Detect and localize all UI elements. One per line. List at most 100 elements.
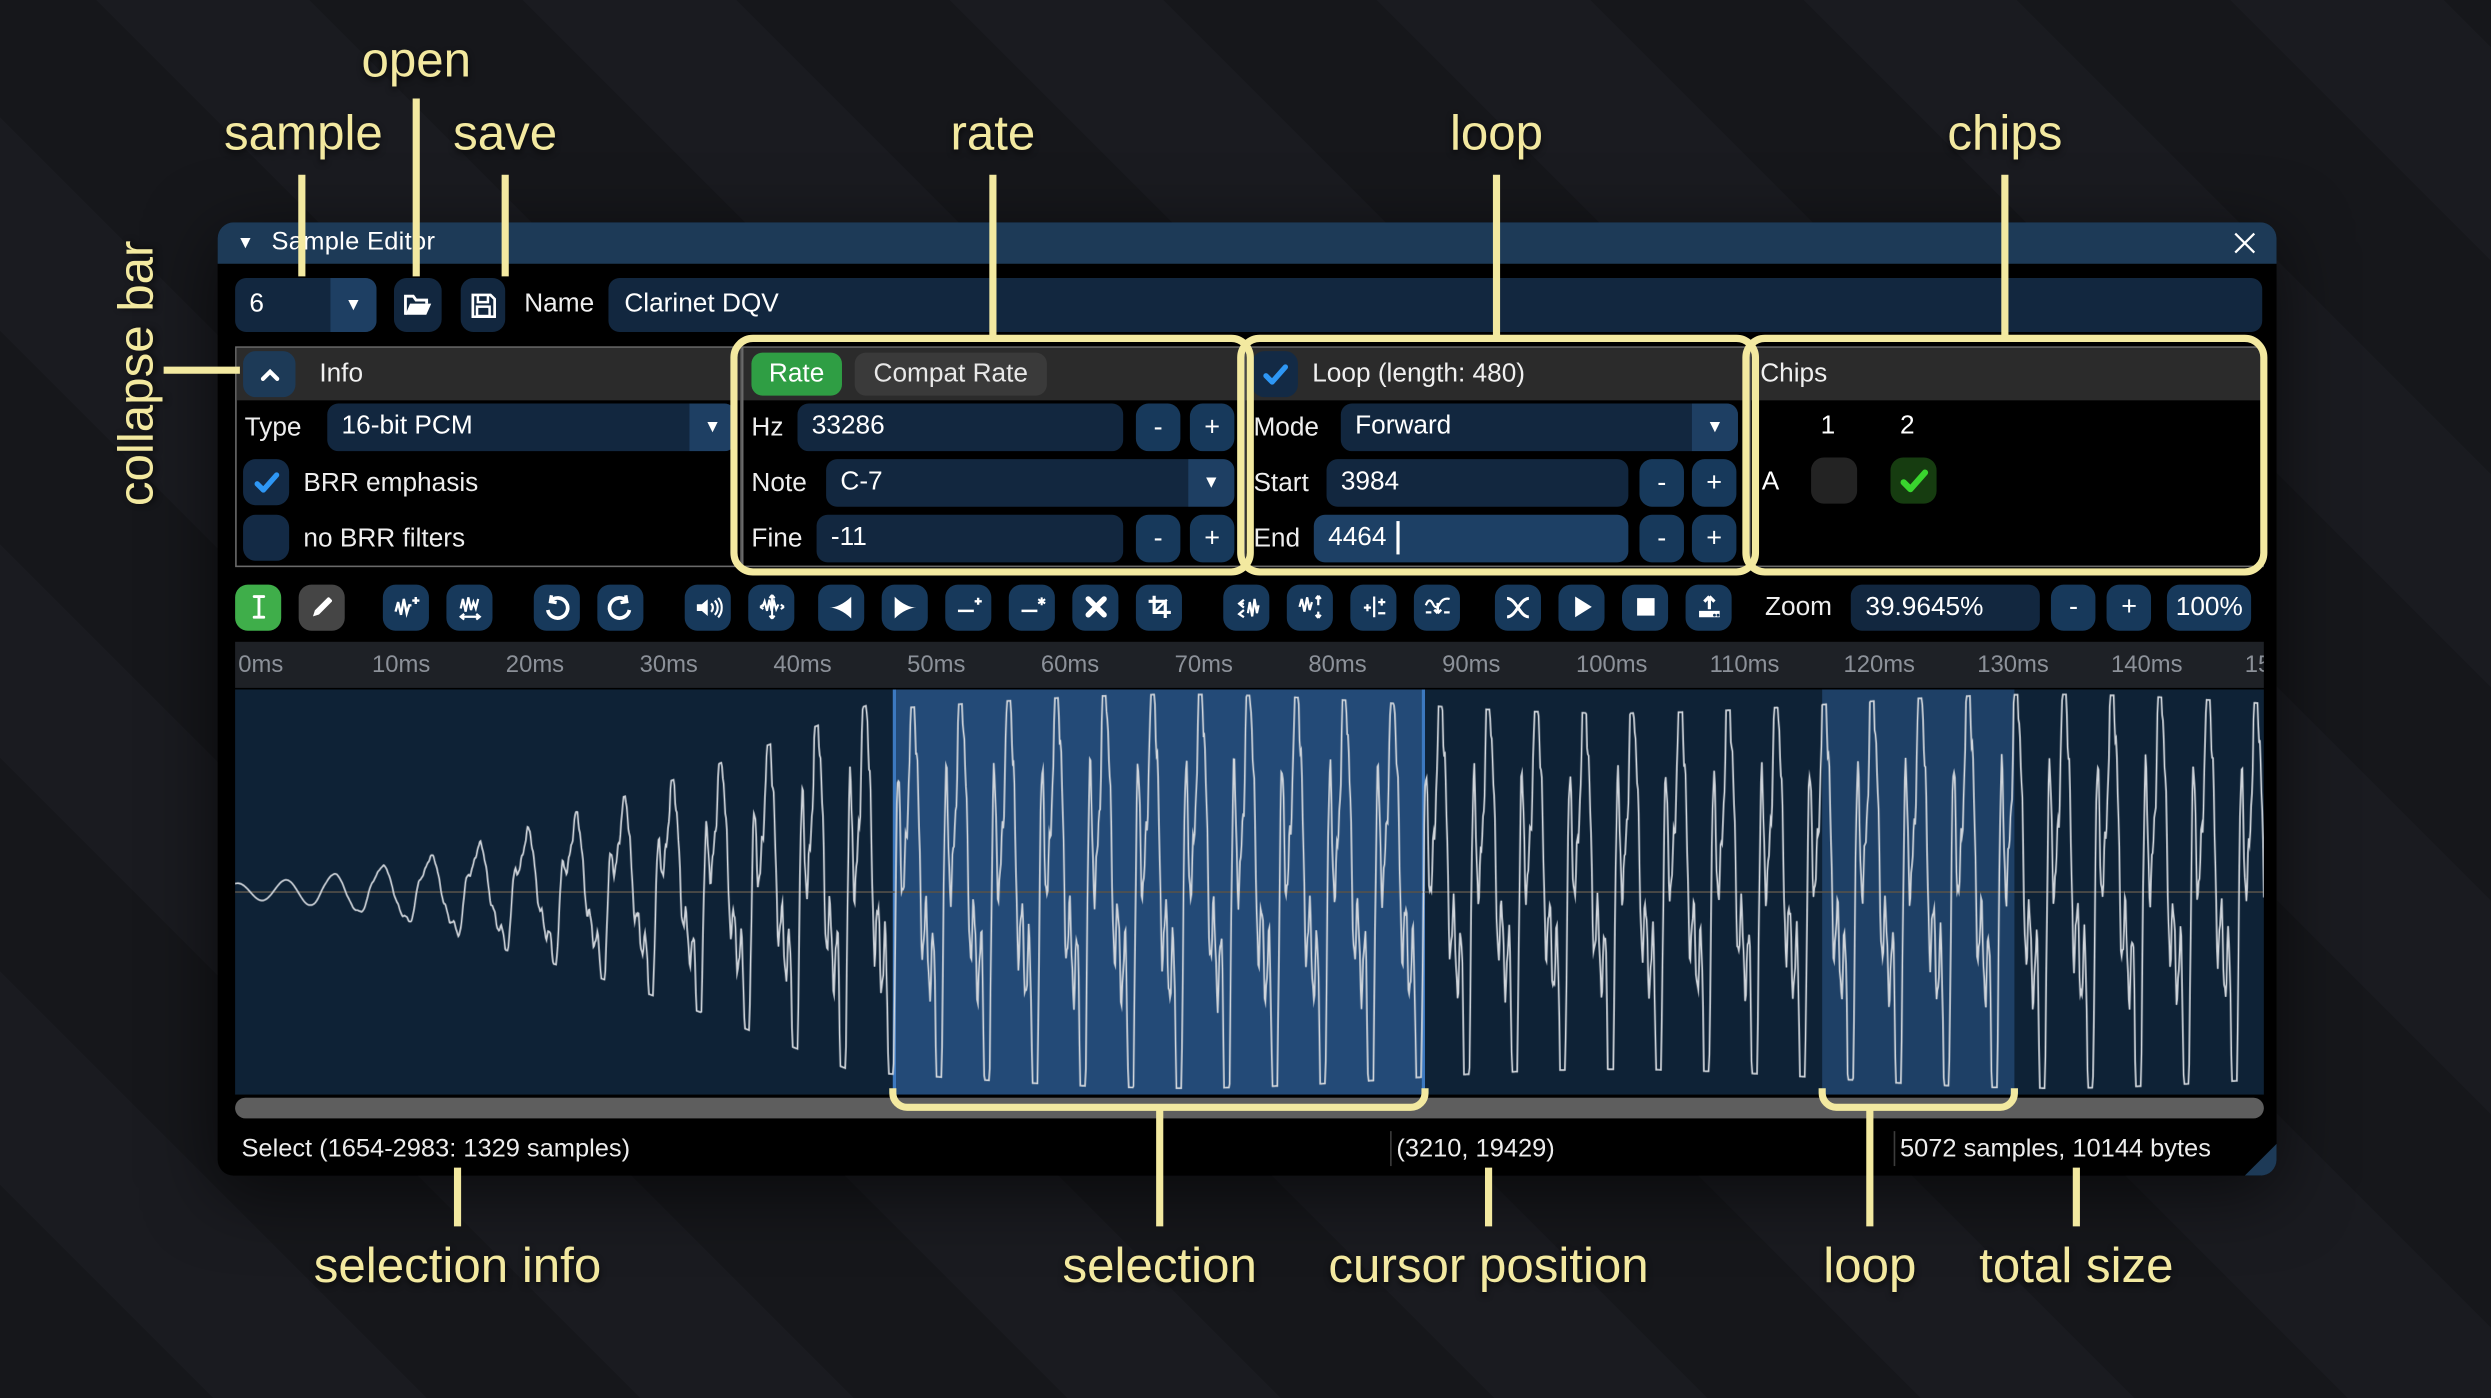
- wave-plus-icon: [393, 597, 419, 618]
- check-icon: [1899, 468, 1928, 492]
- chevron-down-icon[interactable]: ▼: [1691, 403, 1738, 452]
- sample-name-value: Clarinet DQV: [624, 289, 779, 318]
- crossfade-loop-button[interactable]: [1494, 583, 1541, 630]
- edit-draw-button[interactable]: [298, 583, 345, 630]
- window-titlebar[interactable]: ▼ Sample Editor: [217, 222, 2277, 264]
- edit-select-button[interactable]: [235, 583, 282, 630]
- loop-start-increment-button[interactable]: +: [1691, 459, 1737, 507]
- annotation-loop-top: loop: [1449, 104, 1544, 161]
- undo-icon: [545, 594, 570, 620]
- ruler-tick: 130ms: [1977, 651, 2049, 679]
- insert-silence-button[interactable]: [945, 583, 992, 630]
- insert-wave-button[interactable]: [382, 583, 429, 630]
- redo-icon: [607, 594, 632, 620]
- zoom-in-button[interactable]: +: [2106, 583, 2152, 630]
- annotation-open: open: [361, 31, 472, 88]
- sample-number-select[interactable]: 6 ▼: [235, 278, 377, 333]
- loop-start-input[interactable]: 3984: [1326, 459, 1629, 507]
- pencil-icon: [312, 597, 332, 617]
- fade-out-button[interactable]: [881, 583, 928, 630]
- scrollbar-thumb[interactable]: [235, 1097, 2264, 1119]
- note-row: Note C-7 ▼: [743, 456, 1242, 512]
- play-preview-button[interactable]: [1558, 583, 1605, 630]
- no-brr-filters-checkbox[interactable]: [243, 514, 290, 561]
- redo-button[interactable]: [597, 583, 644, 630]
- trim-button[interactable]: [1135, 583, 1182, 630]
- chevron-up-icon: [260, 368, 279, 381]
- chips-panel: Chips 1 2 A: [1749, 346, 2264, 568]
- chip-row-label: A: [1761, 467, 1780, 496]
- upload-icon: [1698, 595, 1719, 618]
- chip-1-checkbox[interactable]: [1811, 457, 1858, 504]
- stop-preview-button[interactable]: [1622, 583, 1669, 630]
- loop-end-decrement-button[interactable]: -: [1639, 514, 1684, 563]
- collapse-bar-button[interactable]: [243, 351, 296, 398]
- play-icon: [1574, 596, 1592, 618]
- chip-column-2: 2: [1900, 411, 1915, 441]
- chips-panel-header: Chips: [1750, 347, 2263, 401]
- zoom-reset-button[interactable]: 100%: [2167, 583, 2252, 630]
- note-select[interactable]: C-7 ▼: [826, 459, 1235, 507]
- loop-mode-select[interactable]: Forward ▼: [1340, 403, 1738, 452]
- crossfade-icon: [1506, 596, 1530, 618]
- type-select[interactable]: 16-bit PCM ▼: [327, 403, 736, 452]
- loop-enabled-checkbox[interactable]: [1251, 351, 1298, 398]
- x-delete-icon: [1084, 596, 1107, 618]
- waveform-view[interactable]: [235, 689, 2264, 1095]
- open-sample-button[interactable]: [393, 278, 442, 333]
- ruler-tick: 90ms: [1442, 651, 1501, 679]
- close-button[interactable]: [2226, 224, 2264, 262]
- invert-button[interactable]: [1286, 583, 1333, 630]
- no-brr-filters-row: no BRR filters: [237, 512, 741, 568]
- compat-rate-tab[interactable]: Compat Rate: [854, 352, 1048, 396]
- status-separator: [1390, 1131, 1392, 1167]
- signed-unsigned-button[interactable]: [1350, 583, 1397, 630]
- brr-emphasis-checkbox[interactable]: [243, 459, 290, 506]
- fine-increment-button[interactable]: +: [1189, 514, 1235, 563]
- sample-toolbar: Zoom 39.9645% - + 100%: [235, 583, 2264, 631]
- note-label: Note: [751, 468, 807, 498]
- rate-tab[interactable]: Rate: [751, 352, 842, 396]
- upload-sample-button[interactable]: [1685, 583, 1732, 630]
- zoom-out-button[interactable]: -: [2051, 583, 2096, 630]
- apply-silence-button[interactable]: [1008, 583, 1055, 630]
- window-title: Sample Editor: [271, 228, 436, 256]
- chevron-down-icon[interactable]: ▼: [689, 403, 736, 452]
- sample-name-input[interactable]: Clarinet DQV: [608, 278, 2263, 333]
- reverse-button[interactable]: [1223, 583, 1270, 630]
- time-ruler[interactable]: 0ms 10ms 20ms 30ms 40ms 50ms 60ms 70ms 80ms 90ms 1…: [235, 641, 2264, 688]
- annotation-selection: selection: [1062, 1237, 1257, 1294]
- crop-icon: [1147, 595, 1171, 618]
- loop-mode-value: Forward: [1355, 411, 1452, 441]
- stop-icon: [1636, 598, 1654, 616]
- waveform-canvas[interactable]: [235, 689, 2264, 1095]
- name-label: Name: [524, 289, 595, 318]
- fine-decrement-button[interactable]: -: [1135, 514, 1181, 563]
- zoom-input[interactable]: 39.9645%: [1851, 583, 2041, 630]
- loop-start-decrement-button[interactable]: -: [1639, 459, 1684, 507]
- filter-button[interactable]: [1413, 583, 1460, 630]
- hz-increment-button[interactable]: +: [1189, 403, 1235, 452]
- chevron-down-icon[interactable]: ▼: [330, 278, 377, 333]
- chevron-down-icon[interactable]: ▼: [1188, 459, 1235, 507]
- resize-wave-button[interactable]: [446, 583, 493, 630]
- fine-input[interactable]: -11: [816, 514, 1124, 563]
- hz-decrement-button[interactable]: -: [1135, 403, 1181, 452]
- undo-button[interactable]: [533, 583, 580, 630]
- hz-input[interactable]: 33286: [797, 403, 1124, 452]
- wave-expand-icon: [758, 594, 784, 620]
- amplify-button[interactable]: [684, 583, 731, 630]
- delete-button[interactable]: [1072, 583, 1119, 630]
- loop-end-input[interactable]: 4464: [1313, 514, 1629, 563]
- loop-mode-row: Mode Forward ▼: [1246, 400, 1748, 456]
- fade-in-button[interactable]: [818, 583, 865, 630]
- window-collapse-triangle-icon[interactable]: ▼: [237, 234, 254, 253]
- window-resize-grip[interactable]: [2244, 1143, 2277, 1176]
- waveform-scrollbar[interactable]: [235, 1097, 2264, 1119]
- save-sample-button[interactable]: [460, 278, 506, 333]
- property-panels: Info Type 16-bit PCM ▼ BRR emphasis no B…: [235, 346, 2264, 568]
- loop-end-increment-button[interactable]: +: [1691, 514, 1737, 563]
- chip-2-checkbox[interactable]: [1890, 457, 1937, 504]
- normalize-button[interactable]: [748, 583, 795, 630]
- total-size-text: 5072 samples, 10144 bytes: [1900, 1135, 2211, 1163]
